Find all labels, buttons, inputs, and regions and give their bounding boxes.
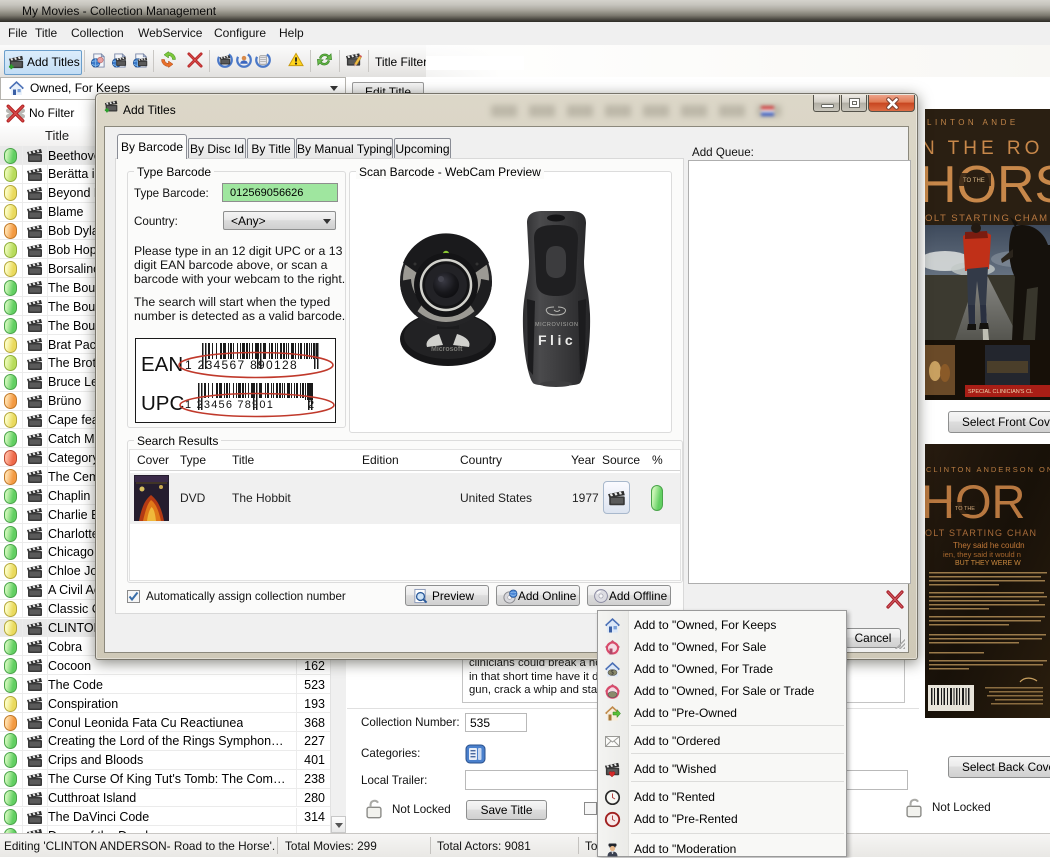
svg-text:Microsoft: Microsoft (431, 346, 463, 353)
svg-text:They said he couldn: They said he couldn (953, 541, 1025, 550)
svg-text:CLINTON ANDERSON ON: CLINTON ANDERSON ON (926, 465, 1050, 474)
svg-text:OLT STARTING CHAN: OLT STARTING CHAN (925, 528, 1037, 538)
svg-text:Flic: Flic (538, 332, 576, 348)
svg-text:ien, they said it would n: ien, they said it would n (943, 550, 1021, 559)
svg-text:SPECIAL CLINICIAN'S CL: SPECIAL CLINICIAN'S CL (968, 389, 1033, 395)
svg-text:HOR: HOR (925, 475, 1025, 528)
svg-text:TO THE: TO THE (963, 178, 985, 184)
svg-text:EAN: EAN (141, 353, 183, 376)
svg-text:LINTON ANDE: LINTON ANDE (927, 118, 1019, 127)
svg-text:BUT THEY WERE W: BUT THEY WERE W (955, 560, 1021, 567)
svg-text:1 234567 890128: 1 234567 890128 (185, 358, 298, 372)
svg-text:UPC: UPC (141, 392, 184, 415)
svg-text:OLT STARTING CHAM: OLT STARTING CHAM (925, 213, 1049, 224)
svg-text:MICROVISION: MICROVISION (535, 322, 579, 328)
svg-text:TO THE: TO THE (955, 506, 975, 512)
